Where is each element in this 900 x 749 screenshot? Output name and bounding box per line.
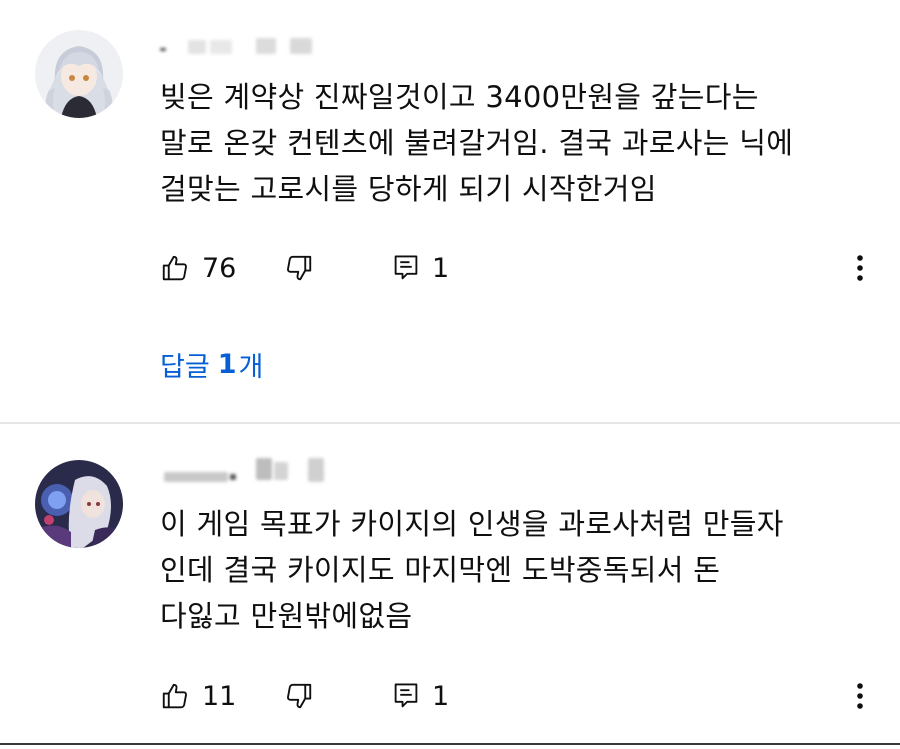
more-vertical-icon xyxy=(857,255,863,281)
replies-count: 1 xyxy=(217,348,237,380)
comment-thread: 빚은 계약상 진짜일것이고 3400만원을 갚는다는 말로 온갖 컨텐츠에 불려… xyxy=(0,0,900,420)
comment-reply-icon xyxy=(394,255,418,280)
avatar[interactable] xyxy=(35,460,123,548)
reply-count: 1 xyxy=(432,680,450,712)
comment-line: 말로 온갖 컨텐츠에 불려갈거임. 결국 과로사는 닉에 xyxy=(160,126,794,160)
comment-reply-icon xyxy=(394,683,418,708)
thumb-down-icon xyxy=(287,683,312,709)
avatar[interactable] xyxy=(35,30,123,118)
like-count: 76 xyxy=(202,252,237,284)
comment-text: 이 게임 목표가 카이지의 인생을 과로사처럼 만들자 인데 결국 카이지도 마… xyxy=(160,501,880,639)
dislike-button[interactable] xyxy=(284,248,314,288)
more-vertical-icon xyxy=(857,683,863,709)
avatar-image xyxy=(35,460,123,548)
comment-text: 빚은 계약상 진짜일것이고 3400만원을 갚는다는 말로 온갖 컨텐츠에 불려… xyxy=(160,74,880,212)
bottom-divider xyxy=(0,743,900,745)
comment-actions: 76 1 xyxy=(160,248,880,288)
comment-line: 빚은 계약상 진짜일것이고 3400만원을 갚는다는 xyxy=(160,80,759,114)
view-replies-link[interactable]: 답글 1 개 xyxy=(160,344,263,384)
comment-line: 걸맞는 고로시를 당하게 되기 시작한거임 xyxy=(160,172,657,206)
like-count: 11 xyxy=(202,680,237,712)
like-button[interactable]: 11 xyxy=(160,676,236,716)
thumb-up-icon xyxy=(162,255,187,281)
reply-button[interactable]: 1 xyxy=(392,248,449,288)
comment-thread: 이 게임 목표가 카이지의 인생을 과로사처럼 만들자 인데 결국 카이지도 마… xyxy=(0,424,900,742)
reply-button[interactable]: 1 xyxy=(392,676,449,716)
comment-line: 인데 결국 카이지도 마지막엔 도박중독되서 돈 xyxy=(160,553,721,587)
comment-line: 이 게임 목표가 카이지의 인생을 과로사처럼 만들자 xyxy=(160,507,784,541)
thumb-up-icon xyxy=(162,683,187,709)
replies-prefix: 답글 xyxy=(160,351,210,383)
replies-suffix: 개 xyxy=(238,351,264,383)
more-actions-button[interactable] xyxy=(848,676,872,716)
reply-count: 1 xyxy=(432,252,450,284)
dislike-button[interactable] xyxy=(284,676,314,716)
like-button[interactable]: 76 xyxy=(160,248,236,288)
avatar-image xyxy=(35,30,123,118)
more-actions-button[interactable] xyxy=(848,248,872,288)
comment-line: 다잃고 만원밖에없음 xyxy=(160,599,413,633)
comment-actions: 11 1 xyxy=(160,676,880,716)
thumb-down-icon xyxy=(287,255,312,281)
